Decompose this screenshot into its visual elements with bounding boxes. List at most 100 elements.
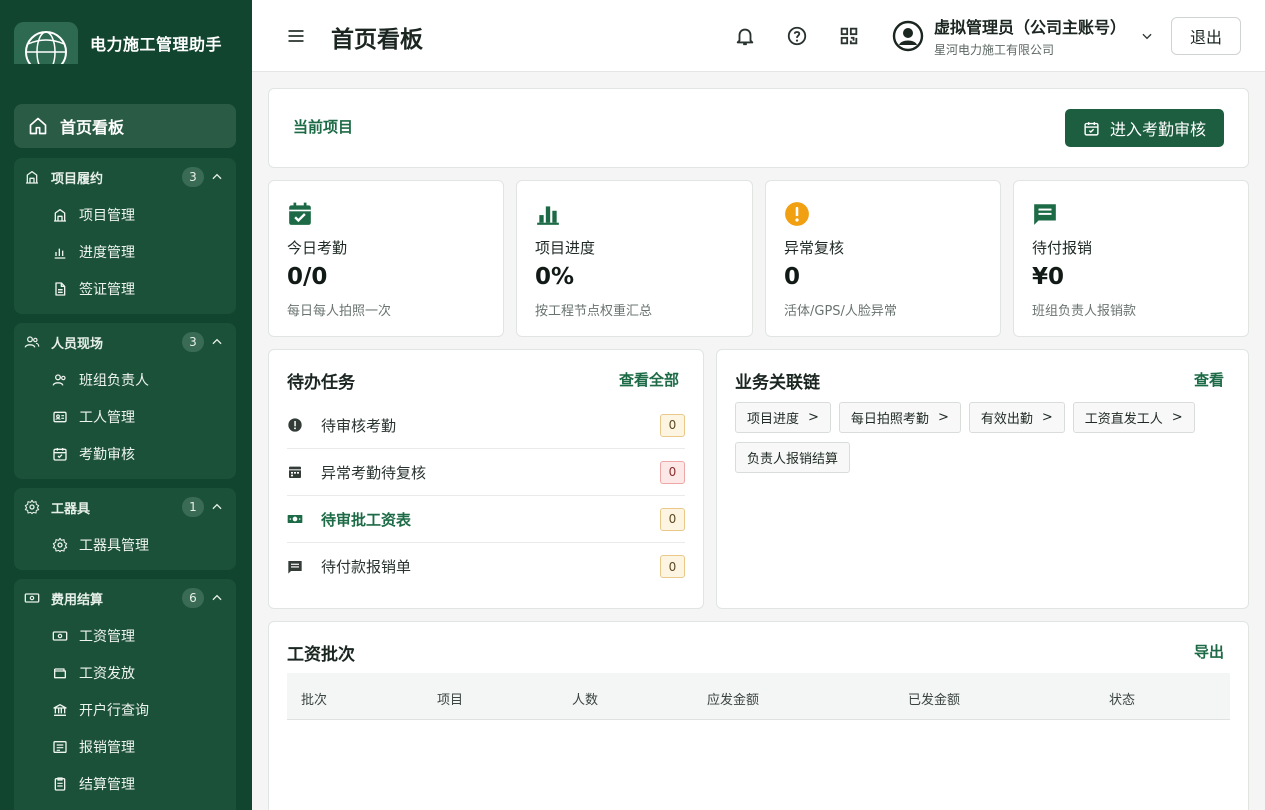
button-label: 进入考勤审核 <box>1109 120 1206 139</box>
nav-home-label: 首页看板 <box>60 118 125 137</box>
top-header: 首页看板 虚拟管理员（公司主账号） 星河电力施工有限公司 退出 <box>252 0 1265 72</box>
user-name: 虚拟管理员（公司主账号） <box>934 18 1127 37</box>
sidebar-item-worker-management[interactable]: 工人管理 <box>14 398 236 435</box>
stat-value: 0 <box>784 264 801 290</box>
column-header: 已发金额 <box>908 693 961 708</box>
help-icon[interactable] <box>786 25 808 47</box>
chain-chip[interactable]: 负责人报销结算 <box>735 442 851 473</box>
export-link[interactable]: 导出 <box>1194 641 1224 662</box>
sidebar-item-wage-payment[interactable]: 工资发放 <box>14 654 236 691</box>
sidebar-item-settlement[interactable]: 结算管理 <box>14 765 236 802</box>
sidebar-item-label: 考勤审核 <box>79 446 135 463</box>
task-count-badge: 0 <box>660 413 685 437</box>
nav-group-project: 项目履约 3 项目管理 进度管理 签证管理 <box>14 158 236 314</box>
chip-arrow: > <box>1041 410 1053 425</box>
stat-description: 班组负责人报销款 <box>1032 304 1137 319</box>
stat-card-attendance[interactable]: 今日考勤 0/0 每日每人拍照一次 <box>268 180 504 337</box>
task-item[interactable]: 待审批工资表 0 <box>287 496 685 543</box>
money-icon <box>52 630 68 641</box>
chain-chip[interactable]: 每日拍照考勤 > <box>838 402 961 433</box>
money-icon <box>24 593 40 603</box>
stat-description: 活体/GPS/人脸异常 <box>784 304 897 319</box>
stat-card-progress[interactable]: 项目进度 0% 按工程节点权重汇总 <box>516 180 753 337</box>
current-project-label[interactable]: 当前项目 <box>293 116 353 137</box>
group-label: 项目履约 <box>51 171 104 187</box>
sidebar-item-wage-management[interactable]: 工资管理 <box>14 617 236 654</box>
stat-value: ¥0 <box>1032 264 1065 290</box>
group-header-personnel[interactable]: 人员现场 3 <box>14 323 236 361</box>
group-label: 人员现场 <box>51 336 104 352</box>
sidebar-item-progress-management[interactable]: 进度管理 <box>14 233 236 270</box>
chip-arrow: > <box>937 410 949 425</box>
sidebar-item-label: 工资管理 <box>79 628 135 645</box>
task-label: 待审批工资表 <box>321 510 412 529</box>
sidebar-item-team-leader[interactable]: 班组负责人 <box>14 361 236 398</box>
task-item[interactable]: 待审核考勤 0 <box>287 402 685 449</box>
sidebar-item-label: 进度管理 <box>79 244 135 261</box>
bell-icon[interactable] <box>734 25 756 47</box>
chip-arrow: > <box>808 410 819 425</box>
stat-label: 今日考勤 <box>287 239 348 257</box>
count-badge: 3 <box>182 332 204 352</box>
enter-attendance-review-button[interactable]: 进入考勤审核 <box>1064 109 1224 147</box>
stat-value: 0% <box>535 264 575 290</box>
tasks-title: 待办任务 <box>287 373 355 393</box>
chain-title: 业务关联链 <box>735 373 820 393</box>
chip-arrow: > <box>1171 410 1183 425</box>
chip-label: 项目进度 <box>747 412 800 427</box>
view-all-link[interactable]: 查看全部 <box>619 369 679 390</box>
group-header-project[interactable]: 项目履约 3 <box>14 158 236 196</box>
sidebar-item-label: 开户行查询 <box>79 702 149 719</box>
chip-label: 有效出勤 <box>980 412 1033 427</box>
sidebar-item-label: 班组负责人 <box>79 372 149 389</box>
payroll-batches-card: 工资批次 导出 批次 项目 人数 应发金额 已发金额 状态 <box>268 621 1249 810</box>
column-header: 状态 <box>1109 693 1136 708</box>
chain-chip[interactable]: 工资直发工人 > <box>1072 402 1195 433</box>
view-chain-link[interactable]: 查看 <box>1194 369 1224 390</box>
company-logo <box>14 22 78 64</box>
column-header: 应发金额 <box>707 693 760 708</box>
chip-label: 负责人报销结算 <box>747 452 839 467</box>
sidebar-item-tool-management[interactable]: 工器具管理 <box>14 526 236 563</box>
sidebar-item-label: 项目管理 <box>79 207 135 224</box>
alert-circle-icon <box>288 418 302 432</box>
sidebar-item-attendance-review[interactable]: 考勤审核 <box>14 435 236 472</box>
document-icon <box>55 281 66 296</box>
stat-label: 项目进度 <box>535 239 596 257</box>
stat-card-reimbursement[interactable]: 待付报销 ¥0 班组负责人报销款 <box>1013 180 1249 337</box>
payroll-title: 工资批次 <box>287 645 355 665</box>
sidebar-item-label: 工器具管理 <box>79 537 149 554</box>
sidebar-item-reimbursement[interactable]: 报销管理 <box>14 728 236 765</box>
sidebar-item-project-management[interactable]: 项目管理 <box>14 196 236 233</box>
sidebar-item-visa-management[interactable]: 签证管理 <box>14 270 236 307</box>
sidebar-item-bank-query[interactable]: 开户行查询 <box>14 691 236 728</box>
gear-icon <box>24 499 40 515</box>
building-icon <box>26 171 38 184</box>
qr-code-icon[interactable] <box>838 25 860 47</box>
gear-icon <box>52 537 68 552</box>
nav-home[interactable]: 首页看板 <box>14 104 236 148</box>
bar-chart-icon <box>54 248 66 259</box>
logout-button[interactable]: 退出 <box>1171 17 1241 55</box>
task-label: 待审核考勤 <box>321 416 397 435</box>
task-item[interactable]: 待付款报销单 0 <box>287 543 685 590</box>
task-item[interactable]: 异常考勤待复核 0 <box>287 449 685 496</box>
receipt-icon <box>53 740 67 753</box>
stat-card-anomaly[interactable]: 异常复核 0 活体/GPS/人脸异常 <box>765 180 1001 337</box>
column-header: 人数 <box>572 693 599 708</box>
menu-icon[interactable] <box>286 26 306 46</box>
group-header-tools[interactable]: 工器具 1 <box>14 488 236 526</box>
chain-chip[interactable]: 项目进度 > <box>735 402 831 433</box>
chain-chip[interactable]: 有效出勤 > <box>968 402 1065 433</box>
count-badge: 3 <box>182 167 204 187</box>
chevron-up-icon <box>212 503 222 510</box>
avatar <box>892 20 924 52</box>
stat-description: 按工程节点权重汇总 <box>535 304 653 319</box>
bar-chart-icon <box>537 206 559 225</box>
money-icon <box>287 515 303 523</box>
group-header-finance[interactable]: 费用结算 6 <box>14 579 236 617</box>
user-menu[interactable]: 虚拟管理员（公司主账号） 星河电力施工有限公司 <box>892 14 1154 58</box>
task-count-badge: 0 <box>660 460 685 484</box>
chevron-up-icon <box>212 173 222 180</box>
chevron-up-icon <box>212 594 222 601</box>
